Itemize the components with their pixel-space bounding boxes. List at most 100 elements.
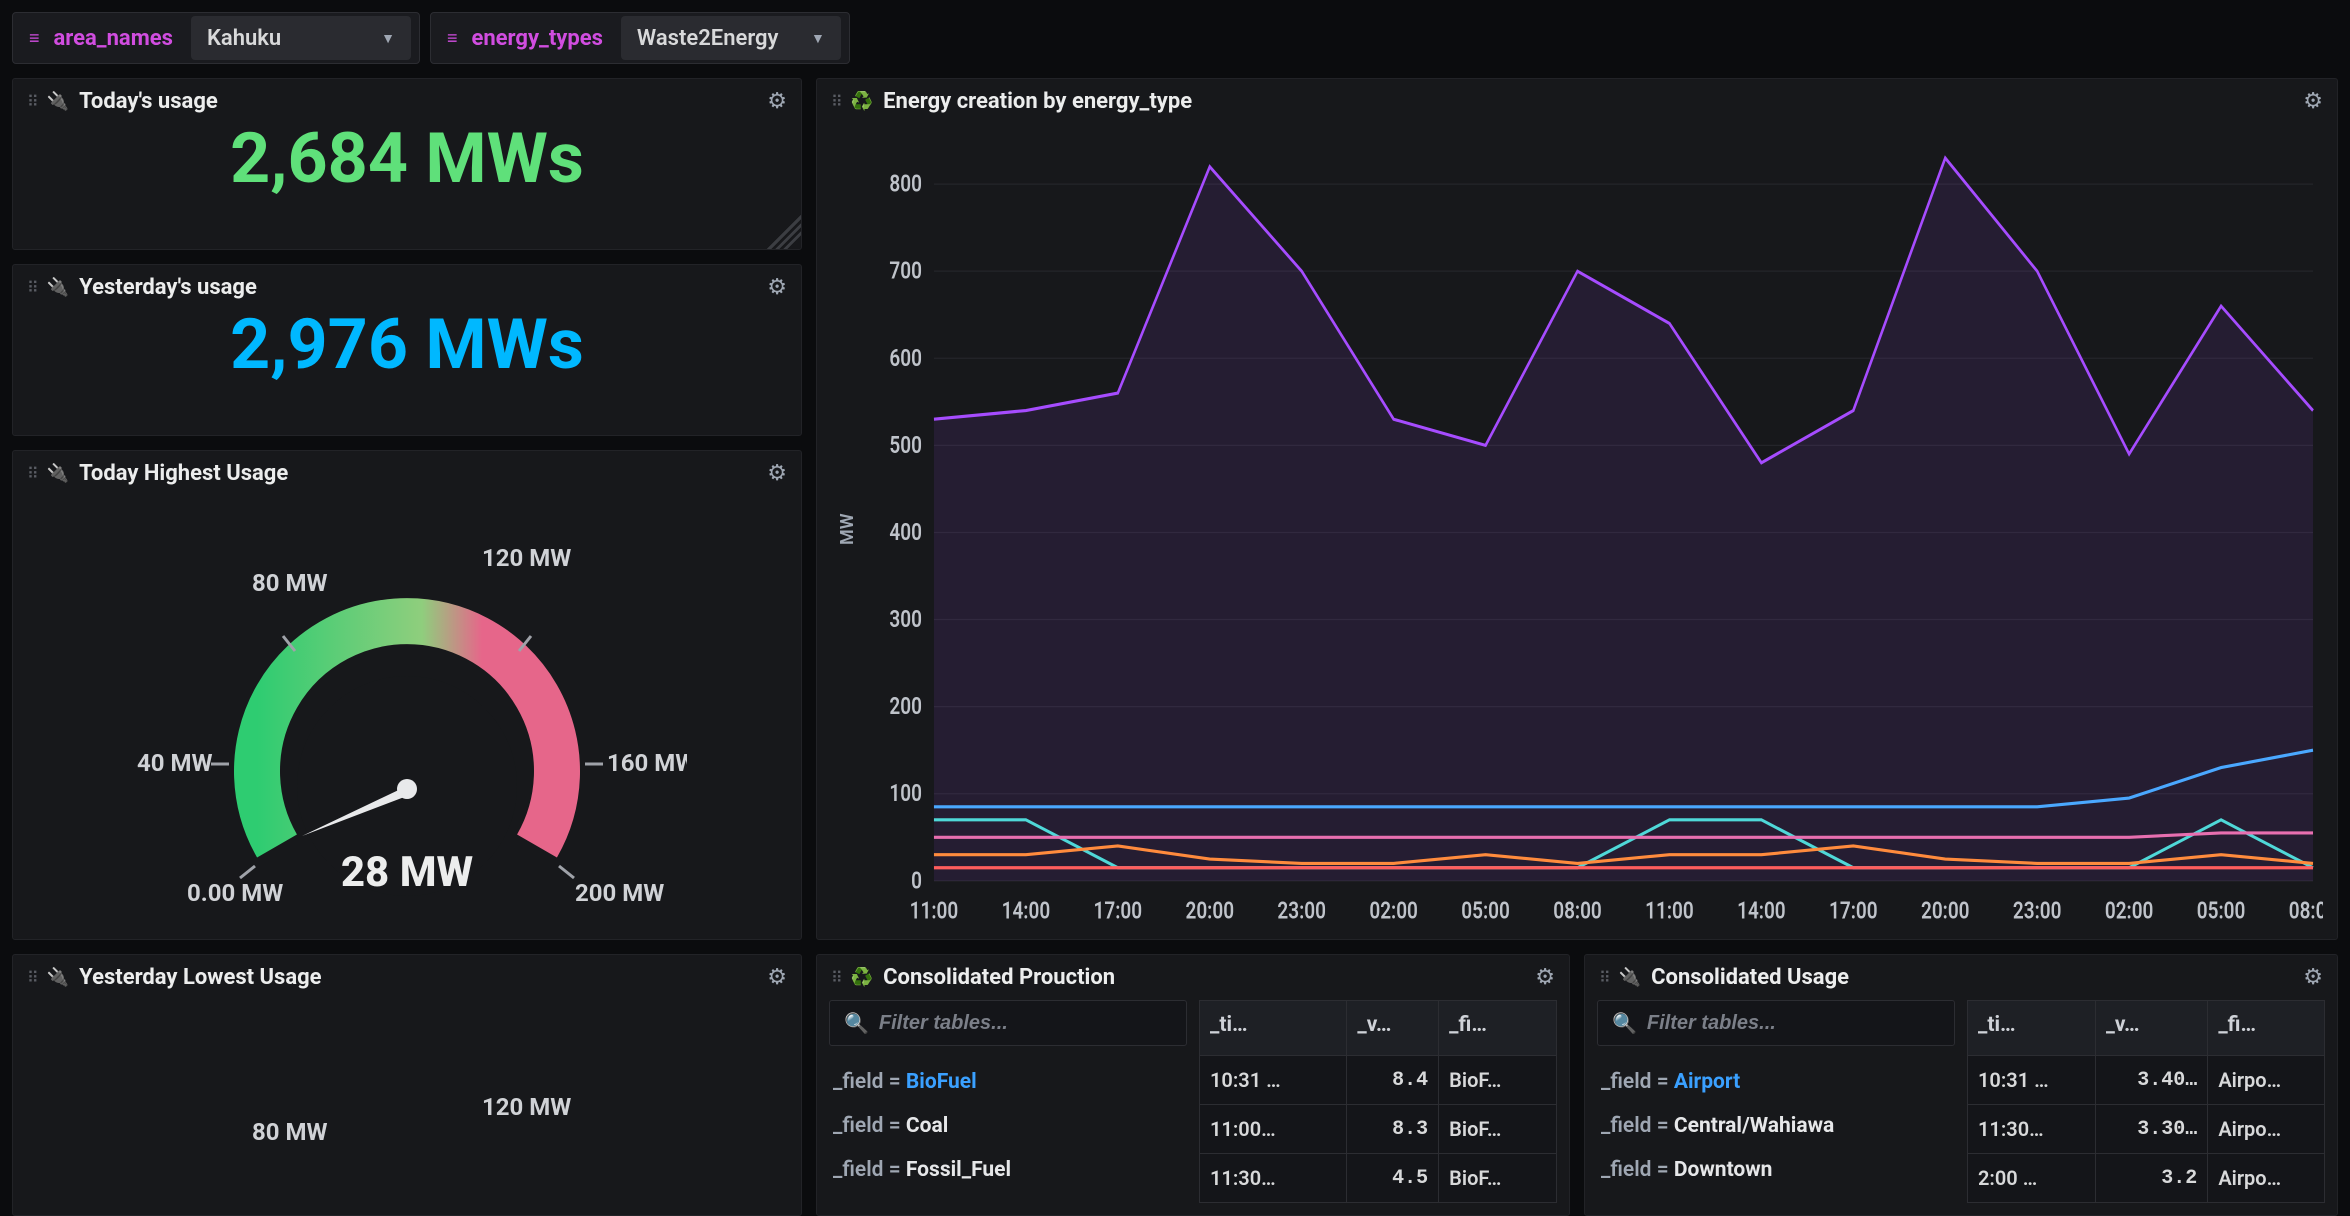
gear-icon[interactable]: ⚙ <box>767 965 787 990</box>
field-list-item[interactable]: _field = Airport <box>1601 1060 1955 1104</box>
field-list: _field = Airport_field = Central/Wahiawa… <box>1597 1060 1955 1192</box>
gear-icon[interactable]: ⚙ <box>767 275 787 300</box>
drag-handle-icon[interactable]: ⠿ <box>831 92 841 111</box>
field-list: _field = BioFuel_field = Coal_field = Fo… <box>829 1060 1187 1192</box>
plug-icon: 🔌 <box>47 463 69 484</box>
gauge-tick: 80 MW <box>252 1118 328 1146</box>
drag-handle-icon[interactable]: ⠿ <box>27 968 37 987</box>
drag-handle-icon[interactable]: ⠿ <box>27 278 37 297</box>
panel-header: ⠿ 🔌 Consolidated Usage ⚙ <box>1585 955 2337 1000</box>
field-list-item[interactable]: _field = Fossil_Fuel <box>833 1148 1187 1192</box>
recycle-icon: ♻️ <box>851 91 873 112</box>
panel-consolidated-usage: ⠿ 🔌 Consolidated Usage ⚙ 🔍 _field = Airp… <box>1584 954 2338 1216</box>
chevron-down-icon: ▼ <box>811 30 825 47</box>
panel-header: ⠿ 🔌 Yesterday Lowest Usage ⚙ <box>13 955 801 1000</box>
filter-tables-input[interactable] <box>879 1012 1172 1035</box>
plug-icon: 🔌 <box>47 967 69 988</box>
filter-tables-box[interactable]: 🔍 <box>829 1000 1187 1046</box>
table-row[interactable]: 10:31 …8.4BioF… <box>1200 1056 1557 1105</box>
area-names-value: Kahuku <box>207 26 281 51</box>
yesterday-usage-value: 2,976 MWs <box>13 310 801 396</box>
svg-text:11:00: 11:00 <box>1645 897 1694 925</box>
field-list-item[interactable]: _field = Central/Wahiawa <box>1601 1104 1955 1148</box>
svg-text:11:00: 11:00 <box>910 897 959 925</box>
variable-area-names: ≡ area_names Kahuku ▼ <box>12 12 420 64</box>
svg-text:14:00: 14:00 <box>1002 897 1051 925</box>
lines-icon: ≡ <box>435 28 458 49</box>
line-chart[interactable]: 0100200300400500600700800 11:0014:0017:0… <box>864 128 2323 931</box>
field-list-item[interactable]: _field = BioFuel <box>833 1060 1187 1104</box>
panel-today-highest-usage: ⠿ 🔌 Today Highest Usage ⚙ <box>12 450 802 940</box>
plug-icon: 🔌 <box>47 277 69 298</box>
drag-handle-icon[interactable]: ⠿ <box>27 92 37 111</box>
gear-icon[interactable]: ⚙ <box>767 89 787 114</box>
gauge-tick: 120 MW <box>482 544 571 572</box>
table-col-header[interactable]: _v… <box>2095 1001 2208 1056</box>
gear-icon[interactable]: ⚙ <box>767 461 787 486</box>
panel-consolidated-production: ⠿ ♻️ Consolidated Prouction ⚙ 🔍 _field =… <box>816 954 1570 1216</box>
svg-text:20:00: 20:00 <box>1921 897 1970 925</box>
svg-text:08:00: 08:00 <box>1553 897 1602 925</box>
plug-icon: 🔌 <box>47 91 69 112</box>
drag-handle-icon[interactable]: ⠿ <box>831 968 841 987</box>
panel-title: Today Highest Usage <box>79 461 288 486</box>
data-table[interactable]: _ti…_v…_fi…10:31 …3.40…Airpo…11:30…3.30…… <box>1967 1000 2325 1203</box>
table-row[interactable]: 2:00 …3.2Airpo… <box>1968 1154 2325 1203</box>
svg-text:23:00: 23:00 <box>1277 897 1326 925</box>
today-usage-value: 2,684 MWs <box>13 124 801 210</box>
svg-text:02:00: 02:00 <box>2105 897 2154 925</box>
gear-icon[interactable]: ⚙ <box>2303 965 2323 990</box>
filter-tables-input[interactable] <box>1647 1012 1940 1035</box>
table-col-header[interactable]: _fi… <box>2208 1001 2325 1056</box>
panel-title: Consolidated Prouction <box>883 965 1115 990</box>
resize-handle[interactable] <box>767 215 801 249</box>
gauge-tick: 80 MW <box>252 569 328 597</box>
svg-text:800: 800 <box>889 171 922 199</box>
table-col-header[interactable]: _fi… <box>1439 1001 1557 1056</box>
data-table[interactable]: _ti…_v…_fi…10:31 …8.4BioF…11:00…8.3BioF…… <box>1199 1000 1557 1203</box>
table-col-header[interactable]: _v… <box>1347 1001 1439 1056</box>
area-names-select[interactable]: Kahuku ▼ <box>191 16 411 60</box>
table-row[interactable]: 11:00…8.3BioF… <box>1200 1105 1557 1154</box>
variable-energy-types: ≡ energy_types Waste2Energy ▼ <box>430 12 850 64</box>
y-axis-label: MW <box>831 128 864 931</box>
filter-tables-box[interactable]: 🔍 <box>1597 1000 1955 1046</box>
gear-icon[interactable]: ⚙ <box>2303 89 2323 114</box>
dashboard-grid: ⠿ 🔌 Today's usage ⚙ 2,684 MWs ⠿ 🔌 Yester… <box>12 78 2338 1110</box>
variable-label: area_names <box>40 26 187 51</box>
table-row[interactable]: 11:30…3.30…Airpo… <box>1968 1105 2325 1154</box>
gauge-tick: 40 MW <box>137 749 213 777</box>
table-col-header[interactable]: _ti… <box>1968 1001 2096 1056</box>
panel-header: ⠿ ♻️ Energy creation by energy_type ⚙ <box>817 79 2337 124</box>
panel-title: Yesterday's usage <box>79 275 257 300</box>
panel-header: ⠿ 🔌 Today Highest Usage ⚙ <box>13 451 801 496</box>
chart-body: MW 0100200300400500600700800 11:0014:001… <box>817 124 2337 939</box>
svg-text:05:00: 05:00 <box>2197 897 2246 925</box>
svg-text:300: 300 <box>889 606 922 634</box>
variable-bar: ≡ area_names Kahuku ▼ ≡ energy_types Was… <box>12 12 2338 64</box>
svg-text:23:00: 23:00 <box>2013 897 2062 925</box>
panel-title: Yesterday Lowest Usage <box>79 965 321 990</box>
drag-handle-icon[interactable]: ⠿ <box>1599 968 1609 987</box>
chevron-down-icon: ▼ <box>381 30 395 47</box>
panel-title: Energy creation by energy_type <box>883 89 1192 114</box>
energy-types-value: Waste2Energy <box>637 26 779 51</box>
table-row[interactable]: 11:30…4.5BioF… <box>1200 1154 1557 1203</box>
drag-handle-icon[interactable]: ⠿ <box>27 464 37 483</box>
table-row[interactable]: 10:31 …3.40…Airpo… <box>1968 1056 2325 1105</box>
gauge-tick: 0.00 MW <box>187 879 283 907</box>
field-list-item[interactable]: _field = Downtown <box>1601 1148 1955 1192</box>
gear-icon[interactable]: ⚙ <box>1535 965 1555 990</box>
table-col-header[interactable]: _ti… <box>1200 1001 1347 1056</box>
panel-header: ⠿ ♻️ Consolidated Prouction ⚙ <box>817 955 1569 1000</box>
panel-title: Today's usage <box>79 89 218 114</box>
field-list-item[interactable]: _field = Coal <box>833 1104 1187 1148</box>
gauge-tick: 160 MW <box>607 749 687 777</box>
lines-icon: ≡ <box>17 28 40 49</box>
table-panel-body: 🔍 _field = Airport_field = Central/Wahia… <box>1585 1000 2337 1215</box>
bottom-tables-row: ⠿ ♻️ Consolidated Prouction ⚙ 🔍 _field =… <box>816 954 2338 1216</box>
plug-icon: 🔌 <box>1619 967 1641 988</box>
svg-text:500: 500 <box>889 432 922 460</box>
energy-types-select[interactable]: Waste2Energy ▼ <box>621 16 841 60</box>
svg-text:400: 400 <box>889 519 922 547</box>
